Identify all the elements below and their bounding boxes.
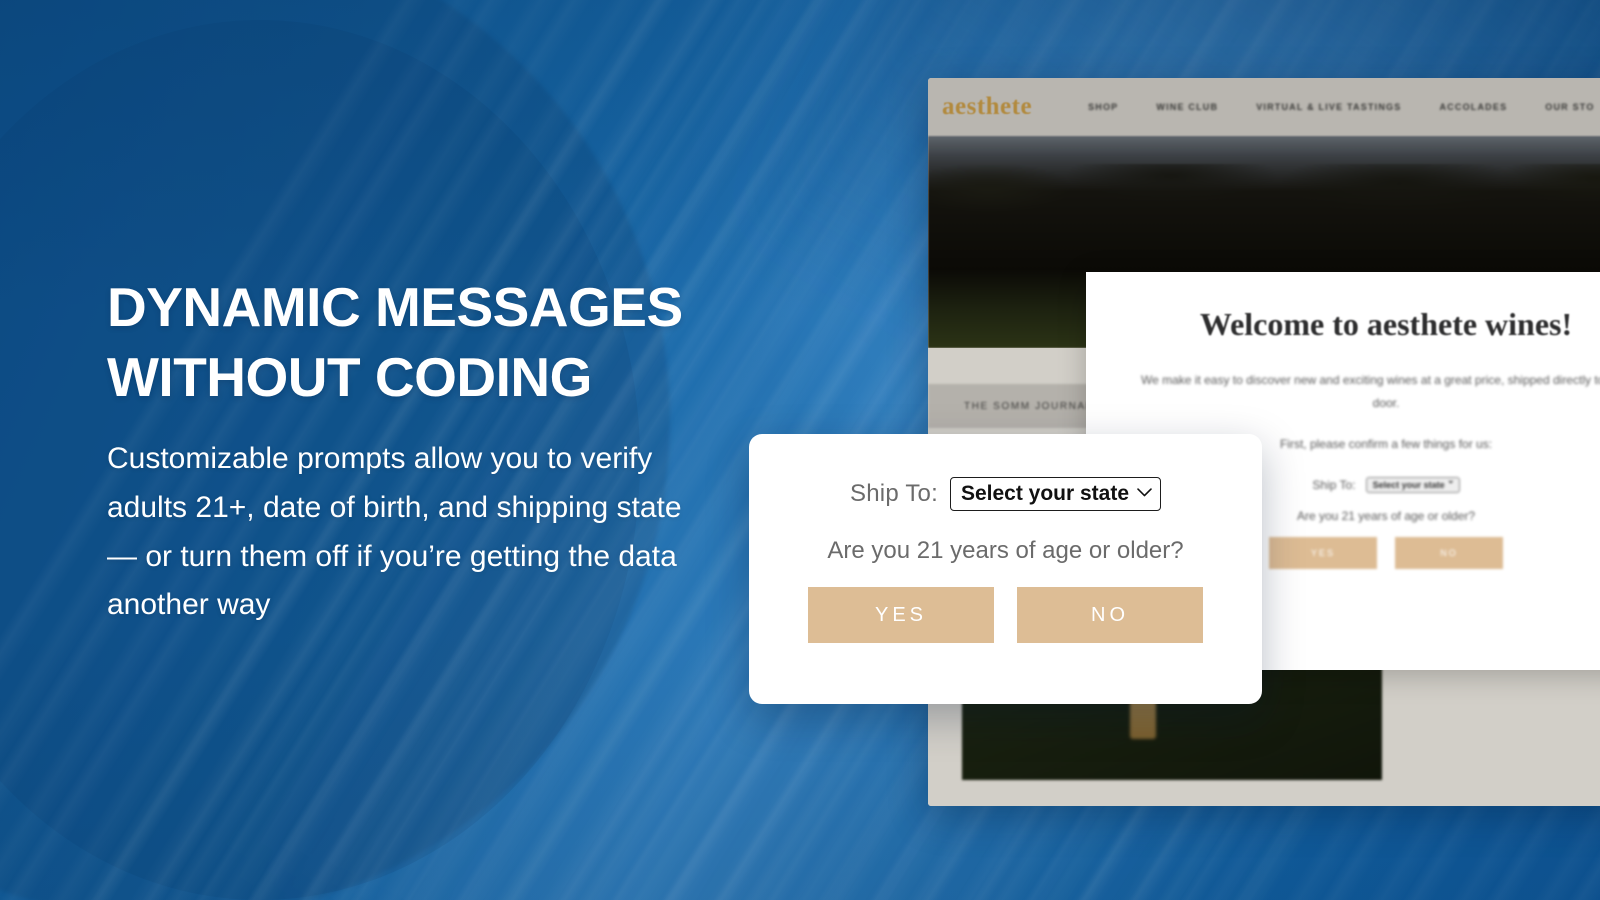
yes-button[interactable]: YES (808, 587, 994, 644)
state-select-wrapper[interactable]: Select your state (949, 477, 1161, 512)
ship-to-label: Ship To: (850, 480, 938, 508)
popup-paragraph-1: We make it easy to discover new and exci… (1140, 373, 1600, 410)
website-nav: SHOP WINE CLUB VIRTUAL & LIVE TASTINGS A… (1088, 102, 1594, 112)
hero-subcopy: Customizable prompts allow you to verify… (107, 441, 682, 622)
hero-treeline (928, 164, 1600, 284)
nav-item-our-story[interactable]: OUR STO (1545, 102, 1594, 112)
ship-to-row: Ship To: Select your state (749, 434, 1262, 512)
popup-yes-button[interactable]: YES (1269, 537, 1377, 570)
popup-no-button[interactable]: NO (1395, 537, 1503, 570)
state-select[interactable]: Select your state (949, 477, 1161, 512)
age-question: Are you 21 years of age or older? (827, 537, 1184, 565)
age-verification-modal: Ship To: Select your state Are you 21 ye… (749, 434, 1262, 704)
hero-copy: DYNAMIC MESSAGES WITHOUT CODING Customiz… (107, 272, 807, 630)
nav-item-shop[interactable]: SHOP (1088, 102, 1118, 112)
website-logo: aesthete (942, 93, 1033, 120)
popup-ship-label: Ship To: (1312, 478, 1356, 493)
website-header: aesthete SHOP WINE CLUB VIRTUAL & LIVE T… (928, 78, 1600, 136)
age-answer-buttons: YES NO (749, 587, 1262, 644)
no-button[interactable]: NO (1017, 587, 1203, 644)
nav-item-wine-club[interactable]: WINE CLUB (1156, 102, 1218, 112)
popup-title: Welcome to aesthete wines! (1199, 306, 1573, 342)
headline-line-2: WITHOUT CODING (107, 346, 592, 409)
nav-item-virtual-live-tastings[interactable]: VIRTUAL & LIVE TASTINGS (1256, 102, 1401, 112)
headline-line-1: DYNAMIC MESSAGES (107, 276, 683, 338)
popup-state-select[interactable]: Select your state (1365, 475, 1460, 494)
page-title: DYNAMIC MESSAGES WITHOUT CODING (107, 272, 807, 413)
nav-item-accolades[interactable]: ACCOLADES (1439, 102, 1507, 112)
section-bar-left-label: THE SOMM JOURNAL (964, 400, 1093, 412)
